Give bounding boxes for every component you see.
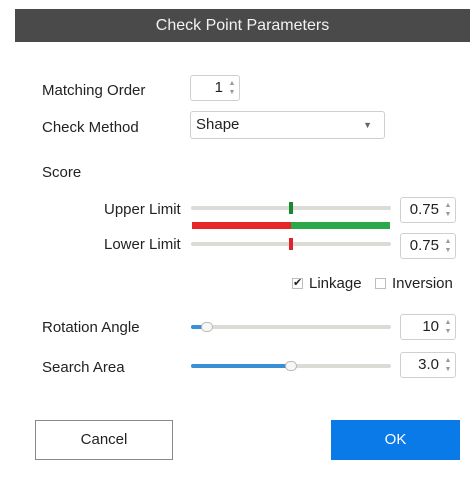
linkage-label: Linkage	[309, 275, 362, 292]
check-method-select[interactable]: Shape ▼	[190, 111, 385, 139]
score-label: Score	[42, 164, 82, 181]
spin-up-icon[interactable]: ▲	[227, 79, 237, 88]
lower-limit-label: Lower Limit	[104, 236, 181, 253]
rotation-angle-value: 10	[422, 318, 439, 335]
rotation-angle-slider-handle[interactable]	[201, 322, 213, 332]
cancel-button[interactable]: Cancel	[35, 420, 173, 460]
dialog-title: Check Point Parameters	[15, 9, 470, 42]
spin-down-icon[interactable]: ▼	[443, 210, 453, 219]
lower-limit-spinbox[interactable]: 0.75 ▲ ▼	[400, 233, 456, 259]
lower-limit-slider-handle[interactable]	[289, 238, 293, 250]
matching-order-value: 1	[214, 79, 223, 96]
spin-down-icon[interactable]: ▼	[227, 88, 237, 97]
matching-order-spinbox[interactable]: 1 ▲ ▼	[190, 75, 240, 101]
search-area-spinbox[interactable]: 3.0 ▲ ▼	[400, 352, 456, 378]
upper-limit-slider-handle[interactable]	[289, 202, 293, 214]
rotation-angle-label: Rotation Angle	[42, 319, 140, 336]
check-icon: ✔	[293, 277, 303, 289]
spin-up-icon[interactable]: ▲	[443, 356, 453, 365]
score-reject-range-bar	[192, 222, 291, 229]
chevron-down-icon: ▼	[363, 120, 372, 130]
score-accept-range-bar	[291, 222, 390, 229]
lower-limit-value: 0.75	[409, 237, 439, 254]
matching-order-label: Matching Order	[42, 82, 146, 99]
search-area-slider-fill	[191, 364, 291, 368]
spin-up-icon[interactable]: ▲	[443, 201, 453, 210]
spin-down-icon[interactable]: ▼	[443, 327, 453, 336]
inversion-label: Inversion	[392, 275, 453, 292]
spin-up-icon[interactable]: ▲	[443, 237, 453, 246]
spin-down-icon[interactable]: ▼	[443, 246, 453, 255]
upper-limit-value: 0.75	[409, 201, 439, 218]
spin-down-icon[interactable]: ▼	[443, 365, 453, 374]
rotation-angle-slider[interactable]	[191, 325, 391, 329]
linkage-checkbox[interactable]: ✔	[292, 278, 303, 289]
search-area-value: 3.0	[418, 356, 439, 373]
upper-limit-spinbox[interactable]: 0.75 ▲ ▼	[400, 197, 456, 223]
search-area-label: Search Area	[42, 359, 125, 376]
ok-button[interactable]: OK	[331, 420, 460, 460]
check-method-value: Shape	[196, 116, 240, 133]
spin-up-icon[interactable]: ▲	[443, 318, 453, 327]
rotation-angle-spinbox[interactable]: 10 ▲ ▼	[400, 314, 456, 340]
check-method-label: Check Method	[42, 119, 139, 136]
search-area-slider-handle[interactable]	[285, 361, 297, 371]
inversion-checkbox[interactable]	[375, 278, 386, 289]
upper-limit-label: Upper Limit	[104, 201, 181, 218]
check-point-parameters-dialog: Check Point Parameters Matching Order 1 …	[15, 9, 470, 469]
